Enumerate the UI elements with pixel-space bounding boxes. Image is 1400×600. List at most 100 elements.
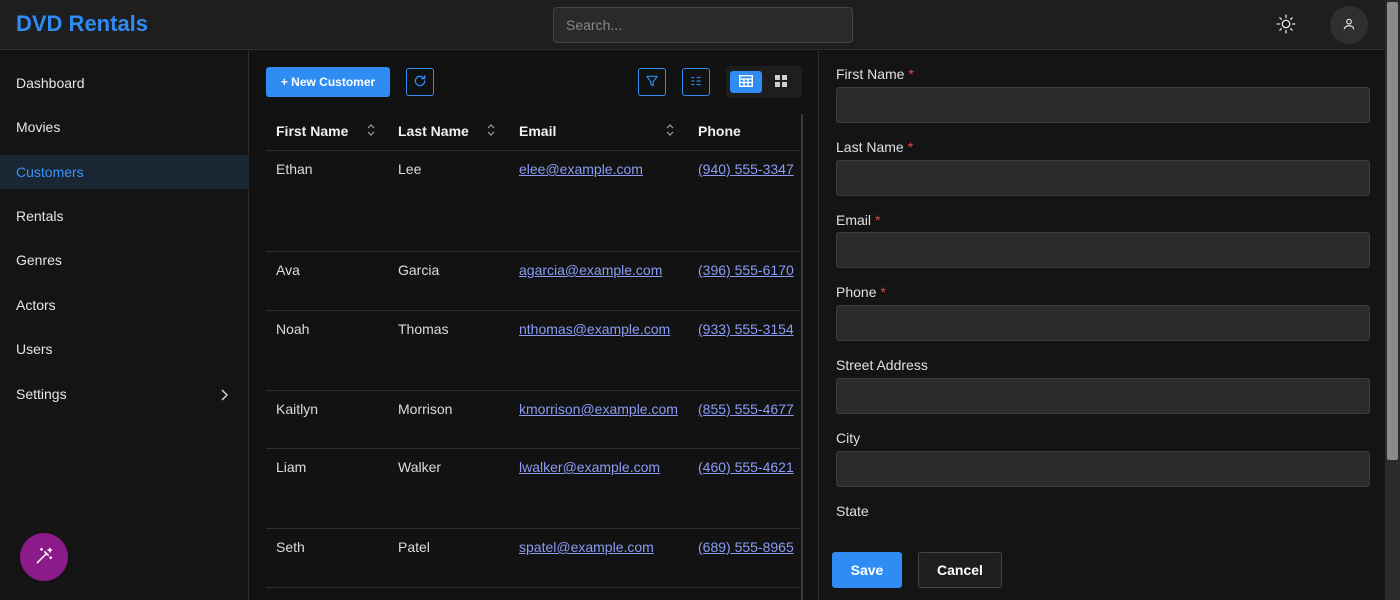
column-header-first-name[interactable]: First Name bbox=[266, 112, 388, 150]
sort-icon[interactable] bbox=[486, 123, 496, 140]
cell-first-name: Ethan bbox=[276, 161, 313, 177]
column-header-last-name[interactable]: Last Name bbox=[388, 112, 509, 150]
phone-field[interactable] bbox=[836, 305, 1370, 341]
required-marker: * bbox=[908, 66, 914, 82]
search-input[interactable] bbox=[553, 7, 853, 43]
cell-email-link[interactable]: lwalker@example.com bbox=[519, 459, 660, 475]
sidebar-item-label: Rentals bbox=[16, 208, 64, 224]
cell-email-link[interactable]: elee@example.com bbox=[519, 161, 643, 177]
table-view-button[interactable] bbox=[730, 71, 762, 93]
sort-icon[interactable] bbox=[366, 123, 376, 140]
label-text: Street Address bbox=[836, 357, 928, 373]
column-header-label: Email bbox=[519, 123, 557, 139]
page-scrollbar[interactable] bbox=[1385, 0, 1400, 600]
refresh-button[interactable] bbox=[406, 68, 434, 96]
sort-icon[interactable] bbox=[665, 123, 675, 140]
new-customer-button[interactable]: + New Customer bbox=[266, 67, 390, 97]
sidebar-item-label: Settings bbox=[16, 386, 67, 402]
sidebar-item-label: Dashboard bbox=[16, 75, 85, 91]
field-label-state: State bbox=[836, 503, 869, 519]
sidebar-item-settings[interactable]: Settings bbox=[0, 377, 249, 411]
cell-last-name: Lee bbox=[398, 161, 422, 177]
panel-resize-handle[interactable] bbox=[801, 114, 803, 600]
cell-email-link[interactable]: kmorrison@example.com bbox=[519, 401, 678, 417]
first-name-field[interactable] bbox=[836, 87, 1370, 123]
sun-icon bbox=[1276, 14, 1296, 37]
cell-last-name: Patel bbox=[398, 539, 430, 555]
sidebar-item-genres[interactable]: Genres bbox=[0, 243, 249, 277]
grid-view-button[interactable] bbox=[770, 71, 792, 93]
sidebar-item-rentals[interactable]: Rentals bbox=[0, 199, 249, 233]
columns-button[interactable] bbox=[682, 68, 710, 96]
required-marker: * bbox=[875, 212, 881, 228]
label-text: City bbox=[836, 430, 861, 446]
cell-email-link[interactable]: agarcia@example.com bbox=[519, 262, 662, 278]
street-address-field[interactable] bbox=[836, 378, 1370, 414]
cell-phone-link[interactable]: (933) 555-3154 bbox=[698, 321, 794, 337]
cell-first-name: Kaitlyn bbox=[276, 401, 319, 417]
sidebar-item-actors[interactable]: Actors bbox=[0, 288, 249, 322]
theme-toggle-button[interactable] bbox=[1272, 11, 1300, 39]
filter-button[interactable] bbox=[638, 68, 666, 96]
cancel-button[interactable]: Cancel bbox=[918, 552, 1002, 588]
label-text: Last Name bbox=[836, 139, 904, 155]
column-header-label: Phone bbox=[698, 123, 741, 139]
label-text: Phone bbox=[836, 284, 877, 300]
field-label-last-name: Last Name * bbox=[836, 139, 913, 155]
field-label-email: Email * bbox=[836, 212, 880, 228]
sidebar-item-customers[interactable]: Customers bbox=[0, 155, 249, 189]
label-text: State bbox=[836, 503, 869, 519]
cell-phone-link[interactable]: (940) 555-3347 bbox=[698, 161, 794, 177]
email-field[interactable] bbox=[836, 232, 1370, 268]
cell-last-name: Thomas bbox=[398, 321, 449, 337]
cell-first-name: Noah bbox=[276, 321, 310, 337]
table-row[interactable]: Noah Thomas nthomas@example.com (933) 55… bbox=[266, 311, 801, 391]
filter-icon bbox=[645, 74, 659, 91]
cell-first-name: Liam bbox=[276, 459, 307, 475]
sidebar-item-label: Users bbox=[16, 341, 53, 357]
save-button[interactable]: Save bbox=[832, 552, 902, 588]
required-marker: * bbox=[907, 139, 914, 155]
cell-last-name: Garcia bbox=[398, 262, 440, 278]
refresh-icon bbox=[413, 74, 427, 91]
cell-phone-link[interactable]: (396) 555-6170 bbox=[698, 262, 794, 278]
field-label-city: City bbox=[836, 430, 860, 446]
required-marker: * bbox=[880, 284, 886, 300]
cell-email-link[interactable]: nthomas@example.com bbox=[519, 321, 670, 337]
table-row[interactable]: Kaitlyn Morrison kmorrison@example.com (… bbox=[266, 391, 801, 449]
customers-table: First Name Last Name Email Phone Ethan L… bbox=[266, 112, 801, 600]
cell-phone-link[interactable]: (689) 555-8965 bbox=[698, 539, 794, 555]
field-label-phone: Phone * bbox=[836, 284, 886, 300]
table-row[interactable]: Ethan Lee elee@example.com (940) 555-334… bbox=[266, 151, 801, 252]
magic-wand-icon bbox=[34, 546, 54, 569]
sidebar-item-dashboard[interactable]: Dashboard bbox=[0, 66, 249, 100]
customer-form-panel: First Name * Last Name * Email * Phone * Str… bbox=[818, 51, 1385, 600]
last-name-field[interactable] bbox=[836, 160, 1370, 196]
sidebar-item-label: Movies bbox=[16, 119, 61, 135]
cell-last-name: Walker bbox=[398, 459, 442, 475]
sidebar-item-label: Customers bbox=[16, 164, 84, 180]
cell-phone-link[interactable]: (855) 555-4677 bbox=[698, 401, 794, 417]
table-row[interactable]: Seth Patel spatel@example.com (689) 555-… bbox=[266, 529, 801, 588]
table-icon bbox=[738, 74, 754, 90]
sidebar-item-movies[interactable]: Movies bbox=[0, 110, 249, 144]
cell-first-name: Seth bbox=[276, 539, 305, 555]
cell-phone-link[interactable]: (460) 555-4621 bbox=[698, 459, 794, 475]
sidebar-item-label: Genres bbox=[16, 252, 62, 268]
top-header: DVD Rentals bbox=[0, 0, 1385, 50]
city-field[interactable] bbox=[836, 451, 1370, 487]
grid-icon bbox=[775, 74, 787, 90]
sidebar-item-users[interactable]: Users bbox=[0, 332, 249, 366]
column-header-email[interactable]: Email bbox=[509, 112, 688, 150]
sidebar: Dashboard Movies Customers Rentals Genre… bbox=[0, 51, 249, 600]
table-row[interactable]: Ava Garcia agarcia@example.com (396) 555… bbox=[266, 252, 801, 311]
app-title[interactable]: DVD Rentals bbox=[16, 11, 148, 37]
sidebar-item-label: Actors bbox=[16, 297, 56, 313]
cell-email-link[interactable]: spatel@example.com bbox=[519, 539, 654, 555]
table-row[interactable]: Liam Walker lwalker@example.com (460) 55… bbox=[266, 449, 801, 529]
scrollbar-thumb[interactable] bbox=[1387, 2, 1398, 460]
user-avatar-button[interactable] bbox=[1330, 6, 1368, 44]
magic-wand-button[interactable] bbox=[20, 533, 68, 581]
column-header-phone[interactable]: Phone bbox=[688, 112, 801, 150]
column-header-label: Last Name bbox=[398, 123, 469, 139]
